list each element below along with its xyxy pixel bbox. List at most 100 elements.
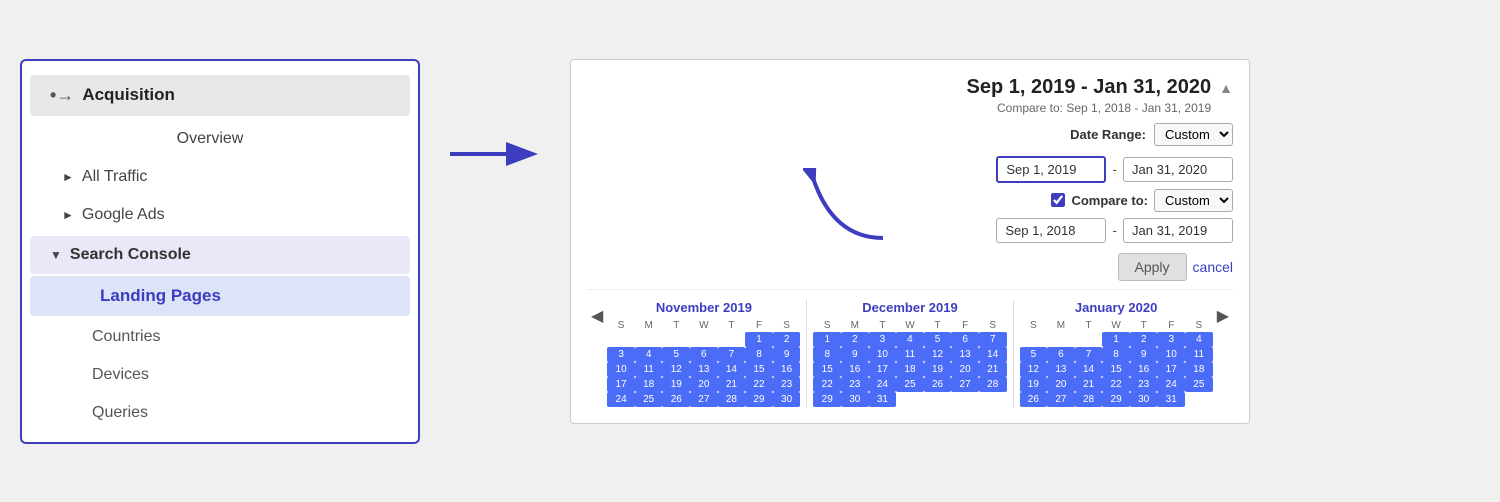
apply-button[interactable]: Apply (1118, 253, 1187, 281)
calendar-day[interactable]: 1 (1102, 332, 1130, 347)
calendar-day[interactable] (1047, 332, 1075, 347)
prev-month-button[interactable]: ◀ (587, 306, 607, 326)
calendar-day[interactable]: 8 (745, 347, 773, 362)
calendar-day[interactable]: 14 (1075, 362, 1103, 377)
calendar-day[interactable]: 13 (1047, 362, 1075, 377)
calendar-day[interactable]: 27 (690, 392, 718, 407)
calendar-day[interactable]: 7 (1075, 347, 1103, 362)
calendar-day[interactable]: 14 (718, 362, 746, 377)
calendar-day[interactable]: 8 (813, 347, 841, 362)
calendar-prev-nav[interactable]: ◀ (587, 300, 607, 326)
sidebar-item-countries[interactable]: Countries (22, 318, 418, 356)
calendar-day[interactable]: 19 (924, 362, 952, 377)
calendar-day[interactable]: 3 (1157, 332, 1185, 347)
calendar-day[interactable]: 21 (718, 377, 746, 392)
next-month-button[interactable]: ▶ (1213, 306, 1233, 326)
calendar-day[interactable]: 1 (813, 332, 841, 347)
calendar-day[interactable]: 21 (979, 362, 1007, 377)
calendar-day[interactable]: 24 (1157, 377, 1185, 392)
calendar-day[interactable]: 22 (1102, 377, 1130, 392)
start-date-input[interactable] (996, 156, 1106, 183)
sidebar-item-overview[interactable]: Overview (22, 120, 418, 158)
date-range-select[interactable]: Custom (1154, 123, 1233, 146)
calendar-day[interactable]: 31 (869, 392, 897, 407)
calendar-day[interactable]: 4 (896, 332, 924, 347)
calendar-day[interactable]: 10 (607, 362, 635, 377)
sidebar-item-google-ads[interactable]: ► Google Ads (22, 196, 418, 234)
calendar-day[interactable]: 29 (813, 392, 841, 407)
calendar-day[interactable]: 14 (979, 347, 1007, 362)
calendar-day[interactable]: 5 (1020, 347, 1048, 362)
calendar-day[interactable]: 30 (841, 392, 869, 407)
calendar-day[interactable]: 21 (1075, 377, 1103, 392)
calendar-day[interactable]: 9 (1130, 347, 1158, 362)
calendar-day[interactable] (951, 392, 979, 407)
calendar-day[interactable]: 20 (1047, 377, 1075, 392)
calendar-day[interactable]: 24 (607, 392, 635, 407)
calendar-day[interactable]: 16 (1130, 362, 1158, 377)
calendar-day[interactable]: 3 (607, 347, 635, 362)
calendar-day[interactable]: 25 (635, 392, 663, 407)
compare-start-date-input[interactable] (996, 218, 1106, 243)
calendar-day[interactable]: 18 (635, 377, 663, 392)
calendar-day[interactable]: 18 (896, 362, 924, 377)
compare-checkbox[interactable] (1051, 193, 1065, 207)
calendar-day[interactable]: 9 (841, 347, 869, 362)
calendar-day[interactable] (924, 392, 952, 407)
calendar-day[interactable]: 8 (1102, 347, 1130, 362)
calendar-day[interactable]: 6 (690, 347, 718, 362)
calendar-day[interactable]: 22 (745, 377, 773, 392)
calendar-day[interactable]: 28 (1075, 392, 1103, 407)
calendar-day[interactable]: 17 (1157, 362, 1185, 377)
calendar-day[interactable]: 26 (662, 392, 690, 407)
calendar-day[interactable]: 5 (924, 332, 952, 347)
calendar-day[interactable]: 22 (813, 377, 841, 392)
calendar-day[interactable]: 20 (690, 377, 718, 392)
calendar-day[interactable] (1075, 332, 1103, 347)
calendar-day[interactable]: 26 (924, 377, 952, 392)
calendar-day[interactable]: 13 (690, 362, 718, 377)
calendar-day[interactable]: 7 (979, 332, 1007, 347)
calendar-next-nav[interactable]: ▶ (1213, 300, 1233, 326)
calendar-day[interactable] (718, 332, 746, 347)
sidebar-item-all-traffic[interactable]: ► All Traffic (22, 158, 418, 196)
calendar-day[interactable]: 30 (1130, 392, 1158, 407)
calendar-day[interactable]: 27 (951, 377, 979, 392)
sidebar-item-search-console[interactable]: ▼ Search Console (30, 236, 410, 274)
calendar-day[interactable]: 2 (773, 332, 801, 347)
sidebar-item-acquisition[interactable]: •→ Acquisition (30, 75, 410, 116)
calendar-day[interactable]: 25 (896, 377, 924, 392)
calendar-day[interactable]: 9 (773, 347, 801, 362)
calendar-day[interactable]: 23 (773, 377, 801, 392)
calendar-day[interactable]: 30 (773, 392, 801, 407)
calendar-day[interactable] (690, 332, 718, 347)
calendar-day[interactable] (607, 332, 635, 347)
calendar-day[interactable]: 11 (896, 347, 924, 362)
compare-select[interactable]: Custom (1154, 189, 1233, 212)
calendar-day[interactable] (979, 392, 1007, 407)
collapse-arrow-icon[interactable]: ▲ (1219, 80, 1233, 96)
calendar-day[interactable]: 25 (1185, 377, 1213, 392)
calendar-day[interactable] (1020, 332, 1048, 347)
calendar-day[interactable]: 24 (869, 377, 897, 392)
sidebar-item-queries[interactable]: Queries (22, 394, 418, 432)
calendar-day[interactable] (635, 332, 663, 347)
calendar-day[interactable]: 10 (869, 347, 897, 362)
calendar-day[interactable]: 12 (924, 347, 952, 362)
calendar-day[interactable]: 23 (841, 377, 869, 392)
calendar-day[interactable]: 23 (1130, 377, 1158, 392)
calendar-day[interactable]: 16 (841, 362, 869, 377)
calendar-day[interactable]: 10 (1157, 347, 1185, 362)
calendar-day[interactable] (1185, 392, 1213, 407)
calendar-day[interactable]: 12 (662, 362, 690, 377)
calendar-day[interactable] (662, 332, 690, 347)
sidebar-item-landing-pages[interactable]: Landing Pages (30, 276, 410, 316)
calendar-day[interactable]: 18 (1185, 362, 1213, 377)
calendar-day[interactable]: 7 (718, 347, 746, 362)
calendar-day[interactable]: 26 (1020, 392, 1048, 407)
calendar-day[interactable]: 16 (773, 362, 801, 377)
calendar-day[interactable]: 4 (635, 347, 663, 362)
calendar-day[interactable]: 2 (1130, 332, 1158, 347)
calendar-day[interactable]: 1 (745, 332, 773, 347)
calendar-day[interactable]: 6 (951, 332, 979, 347)
